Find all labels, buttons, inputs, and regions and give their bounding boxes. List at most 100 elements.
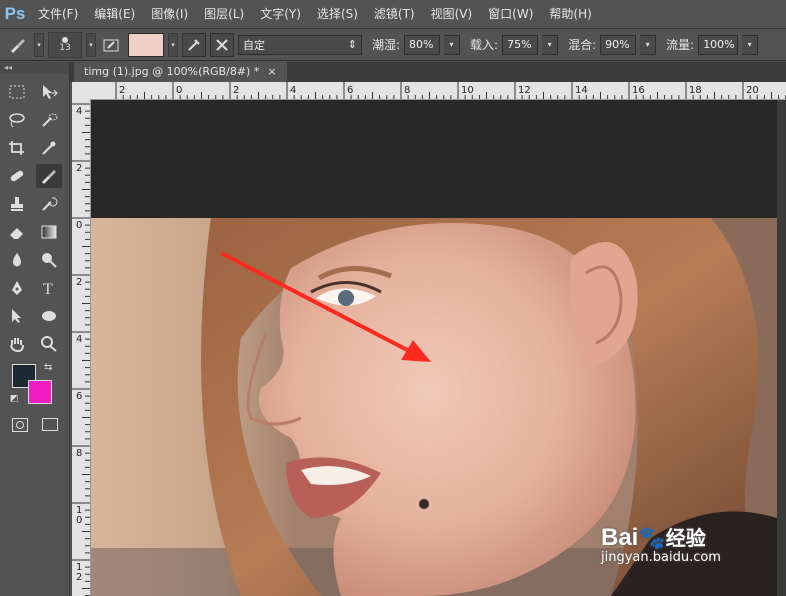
tools-panel: ◂◂ T ⇆ ◩ xyxy=(0,62,70,596)
wet-input[interactable]: 80% xyxy=(404,34,441,55)
blend-preset-select[interactable]: 自定 ⇕ xyxy=(238,34,362,55)
brush-size-dropdown[interactable]: ▾ xyxy=(86,32,96,57)
ruler-v-label: 2 xyxy=(76,277,82,288)
ruler-v-label: 2 xyxy=(76,163,82,174)
pen-tool-icon[interactable] xyxy=(4,276,30,300)
horizontal-ruler[interactable]: 2024681012141618202224 xyxy=(92,82,786,100)
spot-healing-brush-tool-icon[interactable] xyxy=(4,164,30,188)
ruler-h-label: 2 xyxy=(119,85,125,96)
mix-label: 混合: xyxy=(568,38,597,52)
ruler-h-label: 12 xyxy=(518,85,531,96)
hand-tool-icon[interactable] xyxy=(4,332,30,356)
menu-edit[interactable]: 编辑(E) xyxy=(86,0,143,28)
document-tab-bar: timg (1).jpg @ 100%(RGB/8#) * × xyxy=(70,62,786,82)
mix-dropdown[interactable]: ▾ xyxy=(640,34,657,55)
ruler-v-label: 4 xyxy=(76,334,82,345)
ruler-v-label: 4 xyxy=(76,106,82,117)
document-tab[interactable]: timg (1).jpg @ 100%(RGB/8#) * × xyxy=(74,62,287,82)
ruler-v-label: 6 xyxy=(76,391,82,402)
type-tool-icon[interactable]: T xyxy=(36,276,62,300)
flow-dropdown[interactable]: ▾ xyxy=(742,34,759,55)
load-label: 载入: xyxy=(470,38,499,52)
vertical-ruler[interactable]: 42024681012 xyxy=(72,99,91,596)
svg-text:T: T xyxy=(43,281,53,296)
ruler-h-label: 4 xyxy=(290,85,296,96)
ruler-h-label: 16 xyxy=(632,85,645,96)
select-arrows-icon: ⇕ xyxy=(347,38,357,51)
vertical-scrollbar[interactable] xyxy=(777,100,786,596)
brush-panel-icon[interactable] xyxy=(100,34,124,56)
ruler-v-label: 0 xyxy=(76,515,82,526)
wet-label: 潮湿: xyxy=(372,38,401,52)
ruler-v-label: 0 xyxy=(76,220,82,231)
wet-dropdown[interactable]: ▾ xyxy=(444,34,461,55)
brush-size-picker[interactable]: 13 xyxy=(48,31,82,58)
dodge-tool-icon[interactable] xyxy=(36,248,62,272)
current-brush-load-swatch[interactable] xyxy=(128,32,164,57)
color-swatches: ⇆ ◩ xyxy=(10,362,58,410)
quick-mask-icon[interactable] xyxy=(12,418,28,432)
path-selection-tool-icon[interactable] xyxy=(4,304,30,328)
rectangular-marquee-tool-icon[interactable] xyxy=(4,80,30,104)
mixer-brush-tool-icon[interactable] xyxy=(6,34,30,56)
mixer-brush-tool-icon-active[interactable] xyxy=(36,164,62,188)
default-colors-icon[interactable]: ◩ xyxy=(10,394,19,404)
ruler-h-label: 10 xyxy=(461,85,474,96)
load-input[interactable]: 75% xyxy=(502,34,539,55)
zoom-tool-icon[interactable] xyxy=(36,332,62,356)
brush-size-value: 13 xyxy=(59,42,71,53)
move-tool-icon[interactable] xyxy=(36,80,62,104)
ruler-h-label: 0 xyxy=(176,85,182,96)
watermark-brand-2: 经验 xyxy=(665,526,706,550)
lasso-tool-icon[interactable] xyxy=(4,108,30,132)
menu-view[interactable]: 视图(V) xyxy=(423,0,481,28)
photoshop-logo: Ps xyxy=(4,4,26,23)
menu-layer[interactable]: 图层(L) xyxy=(196,0,252,28)
baidu-watermark: Bai🐾经验 jingyan.baidu.com xyxy=(601,522,721,565)
eyedropper-tool-icon[interactable] xyxy=(36,136,62,160)
blur-tool-icon[interactable] xyxy=(4,248,30,272)
swap-colors-icon[interactable]: ⇆ xyxy=(44,362,52,373)
clone-stamp-tool-icon[interactable] xyxy=(4,192,30,216)
ruler-h-label: 14 xyxy=(575,85,588,96)
menu-file[interactable]: 文件(F) xyxy=(30,0,86,28)
flow-label: 流量: xyxy=(666,38,695,52)
swatch-dropdown[interactable]: ▾ xyxy=(168,32,178,57)
history-brush-tool-icon[interactable] xyxy=(36,192,62,216)
menu-select[interactable]: 选择(S) xyxy=(309,0,366,28)
mix-input[interactable]: 90% xyxy=(600,34,637,55)
ruler-v-label: 2 xyxy=(76,572,82,583)
eraser-tool-icon[interactable] xyxy=(4,220,30,244)
watermark-url: jingyan.baidu.com xyxy=(601,550,721,565)
gradient-tool-icon[interactable] xyxy=(36,220,62,244)
menu-bar: Ps 文件(F) 编辑(E) 图像(I) 图层(L) 文字(Y) 选择(S) 滤… xyxy=(0,0,786,28)
load-brush-button[interactable] xyxy=(182,32,206,57)
tools-panel-collapse[interactable]: ◂◂ xyxy=(0,62,69,74)
blend-preset-value: 自定 xyxy=(243,38,265,52)
document-canvas[interactable]: Bai🐾经验 jingyan.baidu.com xyxy=(91,100,777,596)
document-tab-title: timg (1).jpg @ 100%(RGB/8#) * xyxy=(84,65,260,78)
ruler-origin[interactable] xyxy=(72,82,92,100)
menu-image[interactable]: 图像(I) xyxy=(143,0,196,28)
options-bar: ▾ 13 ▾ ▾ 自定 ⇕ 潮湿: 80% ▾ 载入: 75% ▾ 混合: 90… xyxy=(0,28,786,61)
crop-tool-icon[interactable] xyxy=(4,136,30,160)
ruler-h-label: 8 xyxy=(404,85,410,96)
clean-brush-button[interactable] xyxy=(210,32,234,57)
watermark-brand: Bai xyxy=(601,524,639,551)
menu-help[interactable]: 帮助(H) xyxy=(541,0,599,28)
menu-filter[interactable]: 滤镜(T) xyxy=(366,0,423,28)
flow-input[interactable]: 100% xyxy=(698,34,739,55)
ruler-h-label: 2 xyxy=(233,85,239,96)
quick-selection-tool-icon[interactable] xyxy=(36,108,62,132)
close-tab-icon[interactable]: × xyxy=(267,62,276,82)
screen-mode-icon[interactable] xyxy=(42,418,58,431)
photo-layer[interactable]: Bai🐾经验 jingyan.baidu.com xyxy=(91,218,777,596)
background-color-swatch[interactable] xyxy=(28,380,52,404)
ellipse-tool-icon[interactable] xyxy=(36,304,62,328)
ruler-h-label: 18 xyxy=(689,85,702,96)
load-dropdown[interactable]: ▾ xyxy=(542,34,559,55)
menu-window[interactable]: 窗口(W) xyxy=(480,0,541,28)
tool-preset-dropdown[interactable]: ▾ xyxy=(34,32,44,57)
ruler-h-label: 20 xyxy=(746,85,759,96)
menu-type[interactable]: 文字(Y) xyxy=(252,0,309,28)
